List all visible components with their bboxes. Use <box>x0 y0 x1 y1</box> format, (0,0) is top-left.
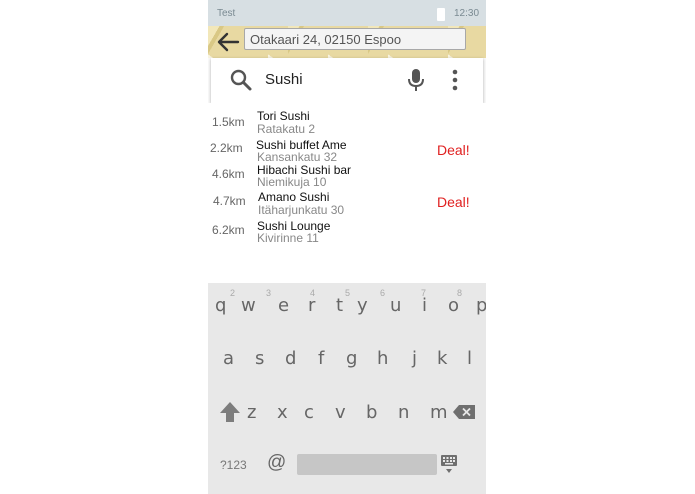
key-r[interactable]: r <box>308 295 315 316</box>
key-u[interactable]: u <box>390 295 401 316</box>
key-m[interactable]: m <box>430 402 448 423</box>
key-hint: 2 <box>230 288 236 298</box>
result-distance: 4.6km <box>212 167 245 181</box>
result-item[interactable]: 4.7km Amano Sushi Itäharjunkatu 30 Deal! <box>208 190 486 217</box>
result-distance: 4.7km <box>213 194 246 208</box>
results-list: 1.5km Tori Sushi Ratakatu 2 2.2km Sushi … <box>208 103 486 283</box>
result-name: Amano Sushi <box>258 190 330 204</box>
result-address: Kansankatu 32 <box>257 150 338 164</box>
key-z[interactable]: z <box>247 402 256 423</box>
key-j[interactable]: j <box>412 348 417 369</box>
at-key[interactable]: @ <box>267 452 286 474</box>
key-p[interactable]: p <box>476 295 486 316</box>
result-distance: 6.2km <box>212 223 245 237</box>
space-bar[interactable] <box>297 454 437 475</box>
key-i[interactable]: i <box>422 295 427 316</box>
result-item[interactable]: 2.2km Sushi buffet Ame Kansankatu 32 Dea… <box>208 137 486 164</box>
key-t[interactable]: t <box>336 295 343 316</box>
result-name: Tori Sushi <box>257 109 310 123</box>
key-hint: 6 <box>380 288 386 298</box>
status-bar: Test 12:30 <box>208 0 486 26</box>
deal-badge: Deal! <box>437 194 470 210</box>
key-q[interactable]: q <box>215 295 226 316</box>
status-time: 12:30 <box>454 8 480 19</box>
result-distance: 2.2km <box>210 141 243 155</box>
result-address: Kivirinne 11 <box>257 231 319 245</box>
microphone-icon[interactable] <box>406 67 426 93</box>
key-o[interactable]: o <box>448 295 459 316</box>
search-icon[interactable] <box>229 68 253 92</box>
key-s[interactable]: s <box>255 348 264 369</box>
result-address: Ratakatu 2 <box>257 122 316 136</box>
result-item[interactable]: 6.2km Sushi Lounge Kivirinne 11 <box>208 219 486 245</box>
battery-icon <box>437 8 445 21</box>
soft-keyboard: 2 3 4 5 6 7 8 q w e r t y u i o p a s d … <box>208 283 486 494</box>
key-b[interactable]: b <box>366 402 377 423</box>
overflow-menu-icon[interactable] <box>451 68 459 94</box>
key-w[interactable]: w <box>241 295 256 316</box>
symbols-key[interactable]: ?123 <box>220 458 247 472</box>
key-g[interactable]: g <box>346 348 357 369</box>
key-h[interactable]: h <box>377 348 388 369</box>
key-l[interactable]: l <box>467 348 472 369</box>
result-item[interactable]: 1.5km Tori Sushi Ratakatu 2 <box>208 109 486 136</box>
address-field[interactable]: Otakaari 24, 02150 Espoo <box>244 28 466 50</box>
key-e[interactable]: e <box>278 295 289 316</box>
phone-screen: Test 12:30 Otakaari 24, 02150 Espoo Sush… <box>208 0 486 494</box>
search-bar: Sushi <box>211 58 483 103</box>
deal-badge: Deal! <box>437 142 470 158</box>
key-a[interactable]: a <box>223 348 234 369</box>
status-app-label: Test <box>217 8 236 19</box>
key-hint: 3 <box>266 288 272 298</box>
key-y[interactable]: y <box>357 295 368 316</box>
key-v[interactable]: v <box>335 402 346 423</box>
key-hint: 5 <box>345 288 351 298</box>
key-c[interactable]: c <box>304 402 314 423</box>
keyboard-icon[interactable] <box>440 453 458 475</box>
shift-arrow-icon[interactable] <box>218 400 242 424</box>
key-k[interactable]: k <box>437 348 447 369</box>
arrow-left-icon[interactable] <box>214 28 242 56</box>
key-n[interactable]: n <box>398 402 409 423</box>
result-distance: 1.5km <box>212 115 245 129</box>
result-item[interactable]: 4.6km Hibachi Sushi bar Niemikuja 10 <box>208 163 486 189</box>
backspace-icon[interactable] <box>452 404 476 420</box>
search-input[interactable]: Sushi <box>265 71 303 88</box>
result-address: Itäharjunkatu 30 <box>258 203 345 217</box>
key-x[interactable]: x <box>277 402 288 423</box>
key-d[interactable]: d <box>285 348 296 369</box>
result-address: Niemikuja 10 <box>257 175 327 189</box>
key-f[interactable]: f <box>318 348 324 369</box>
